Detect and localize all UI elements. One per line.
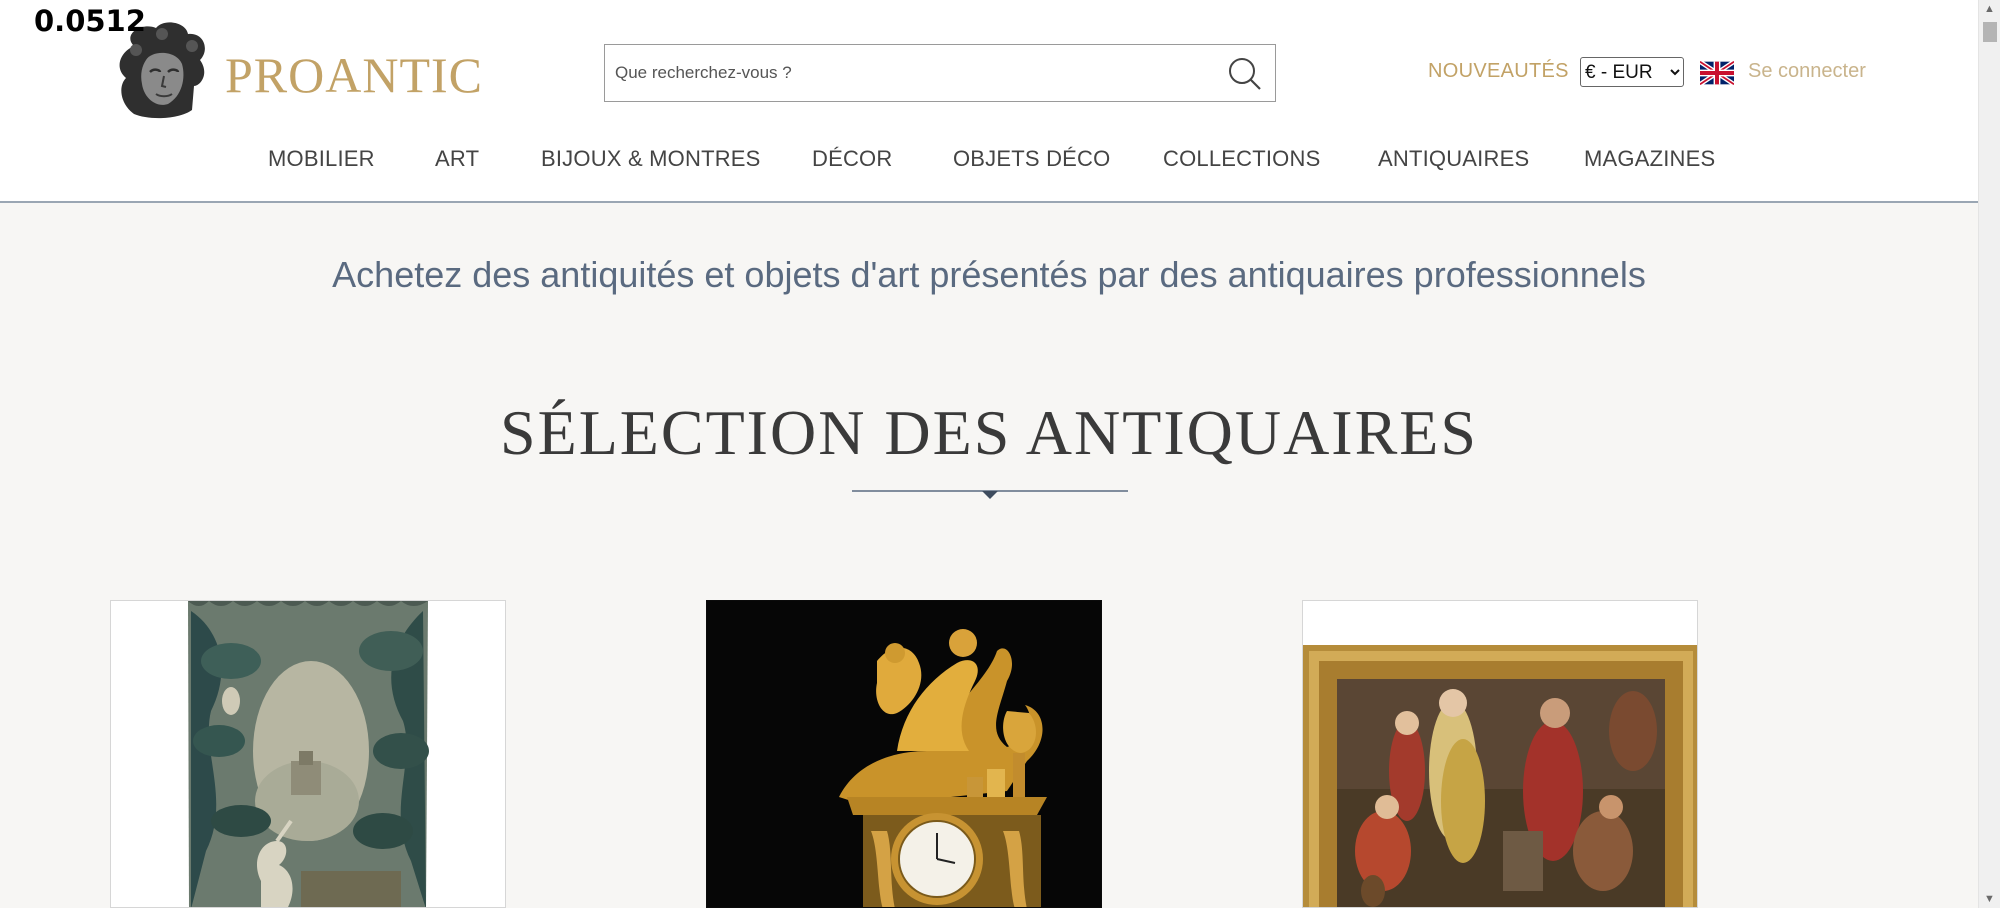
- nav-item-antiquaires[interactable]: ANTIQUAIRES: [1378, 146, 1529, 172]
- nav-item-bijoux-montres[interactable]: BIJOUX & MONTRES: [541, 146, 761, 172]
- nav-item-collections[interactable]: COLLECTIONS: [1163, 146, 1320, 172]
- nav-item-art[interactable]: ART: [435, 146, 479, 172]
- currency-select[interactable]: € - EUR: [1580, 57, 1684, 87]
- product-card[interactable]: [1302, 600, 1698, 908]
- section-title: SÉLECTION DES ANTIQUAIRES: [500, 397, 1478, 468]
- tagline: Achetez des antiquités et objets d'art p…: [332, 254, 1646, 295]
- overlay-value: 0.0512: [34, 4, 146, 38]
- login-link[interactable]: Se connecter: [1748, 60, 1866, 83]
- scroll-up-icon[interactable]: ▲: [1984, 3, 1995, 15]
- product-card[interactable]: [706, 600, 1102, 908]
- brand-name[interactable]: PROANTIC: [225, 46, 483, 104]
- uk-flag-icon[interactable]: [1698, 59, 1736, 87]
- scroll-down-icon[interactable]: ▼: [1984, 893, 1995, 905]
- search-icon[interactable]: [1225, 55, 1265, 93]
- search-input[interactable]: [615, 45, 1205, 101]
- scrollbar-thumb[interactable]: [1983, 22, 1997, 42]
- page-scrollbar[interactable]: ▲ ▼: [1978, 0, 2000, 908]
- product-image-painting[interactable]: [1303, 601, 1698, 908]
- product-card[interactable]: [110, 600, 506, 908]
- nav-item-mobilier[interactable]: MOBILIER: [268, 146, 375, 172]
- main-nav: MOBILIER ART BIJOUX & MONTRES DÉCOR OBJE…: [0, 146, 1978, 186]
- product-image-clock[interactable]: [707, 601, 1102, 908]
- title-divider: [852, 488, 1128, 500]
- nav-item-decor[interactable]: DÉCOR: [812, 146, 892, 172]
- search-bar: [604, 44, 1276, 102]
- nav-item-magazines[interactable]: MAGAZINES: [1584, 146, 1715, 172]
- product-image-tapestry[interactable]: [111, 601, 506, 908]
- site-header: PROANTIC NOUVEAUTÉS € - EUR Se connecter…: [0, 0, 1978, 203]
- nav-item-objets-deco[interactable]: OBJETS DÉCO: [953, 146, 1110, 172]
- nouveautes-link[interactable]: NOUVEAUTÉS: [1428, 60, 1569, 83]
